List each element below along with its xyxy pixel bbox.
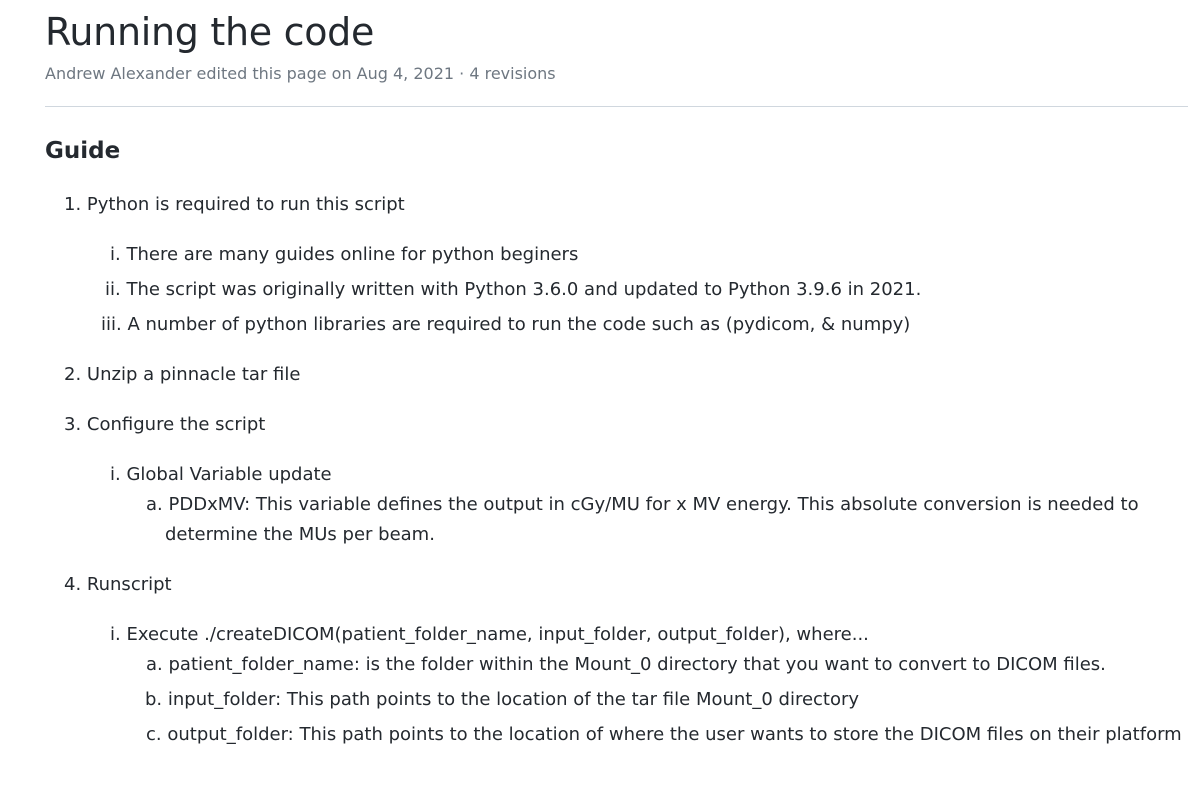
header-divider [45, 106, 1188, 107]
list-item-text: There are many guides online for python … [126, 244, 579, 265]
list-item-text: determine the MUs per beam. [165, 524, 435, 545]
list-subitem-3-i: i. Global Variable update [110, 460, 332, 490]
list-item-4: 4. Runscript [64, 570, 172, 600]
list-marker: i. [110, 464, 121, 485]
list-item-text: Python is required to run this script [86, 194, 405, 215]
list-subitem-3-i-a: a. PDDxMV: This variable defines the out… [146, 490, 1139, 520]
list-subitem-4-i: i. Execute ./createDICOM(patient_folder_… [110, 620, 869, 650]
list-item-text: Configure the script [86, 414, 266, 435]
list-marker: ii. [105, 279, 121, 300]
edit-info: edited this page on Aug 4, 2021 · [191, 64, 470, 83]
list-item-text: output_folder: This path points to the l… [167, 724, 1182, 745]
section-heading-guide: Guide [45, 138, 121, 164]
list-subitem-3-i-a-continued: determine the MUs per beam. [165, 520, 435, 550]
list-subitem-4-i-b: b. input_folder: This path points to the… [145, 685, 859, 715]
list-item-text: Execute ./createDICOM(patient_folder_nam… [126, 624, 869, 645]
list-subitem-4-i-c: c. output_folder: This path points to th… [146, 720, 1182, 750]
list-subitem-1-i: i. There are many guides online for pyth… [110, 240, 578, 270]
list-marker: 1. [64, 194, 82, 215]
list-item-text: The script was originally written with P… [126, 279, 922, 300]
list-marker: a. [146, 654, 163, 675]
list-subitem-4-i-a: a. patient_folder_name: is the folder wi… [146, 650, 1106, 680]
list-marker: i. [110, 244, 121, 265]
list-marker: i. [110, 624, 121, 645]
page-title: Running the code [45, 10, 375, 54]
list-marker: 3. [64, 414, 82, 435]
list-subitem-1-iii: iii. A number of python libraries are re… [101, 310, 910, 340]
list-item-text: Runscript [86, 574, 172, 595]
list-marker: a. [146, 494, 163, 515]
list-marker: c. [146, 724, 162, 745]
list-item-1: 1. Python is required to run this script [64, 190, 405, 220]
wiki-page: Running the code Andrew Alexander edited… [0, 0, 1188, 796]
list-marker: iii. [101, 314, 122, 335]
list-item-text: A number of python libraries are require… [127, 314, 911, 335]
list-marker: 2. [64, 364, 82, 385]
list-item-text: patient_folder_name: is the folder withi… [168, 654, 1106, 675]
list-marker: 4. [64, 574, 82, 595]
author-link[interactable]: Andrew Alexander [45, 64, 191, 83]
list-item-3: 3. Configure the script [64, 410, 265, 440]
list-item-text: PDDxMV: This variable defines the output… [168, 494, 1139, 515]
list-item-2: 2. Unzip a pinnacle tar file [64, 360, 300, 390]
revisions-link[interactable]: 4 revisions [469, 64, 555, 83]
list-item-text: Global Variable update [126, 464, 332, 485]
page-meta: Andrew Alexander edited this page on Aug… [45, 64, 556, 83]
list-marker: b. [145, 689, 163, 710]
list-item-text: Unzip a pinnacle tar file [86, 364, 301, 385]
list-subitem-1-ii: ii. The script was originally written wi… [105, 275, 921, 305]
list-item-text: input_folder: This path points to the lo… [167, 689, 860, 710]
